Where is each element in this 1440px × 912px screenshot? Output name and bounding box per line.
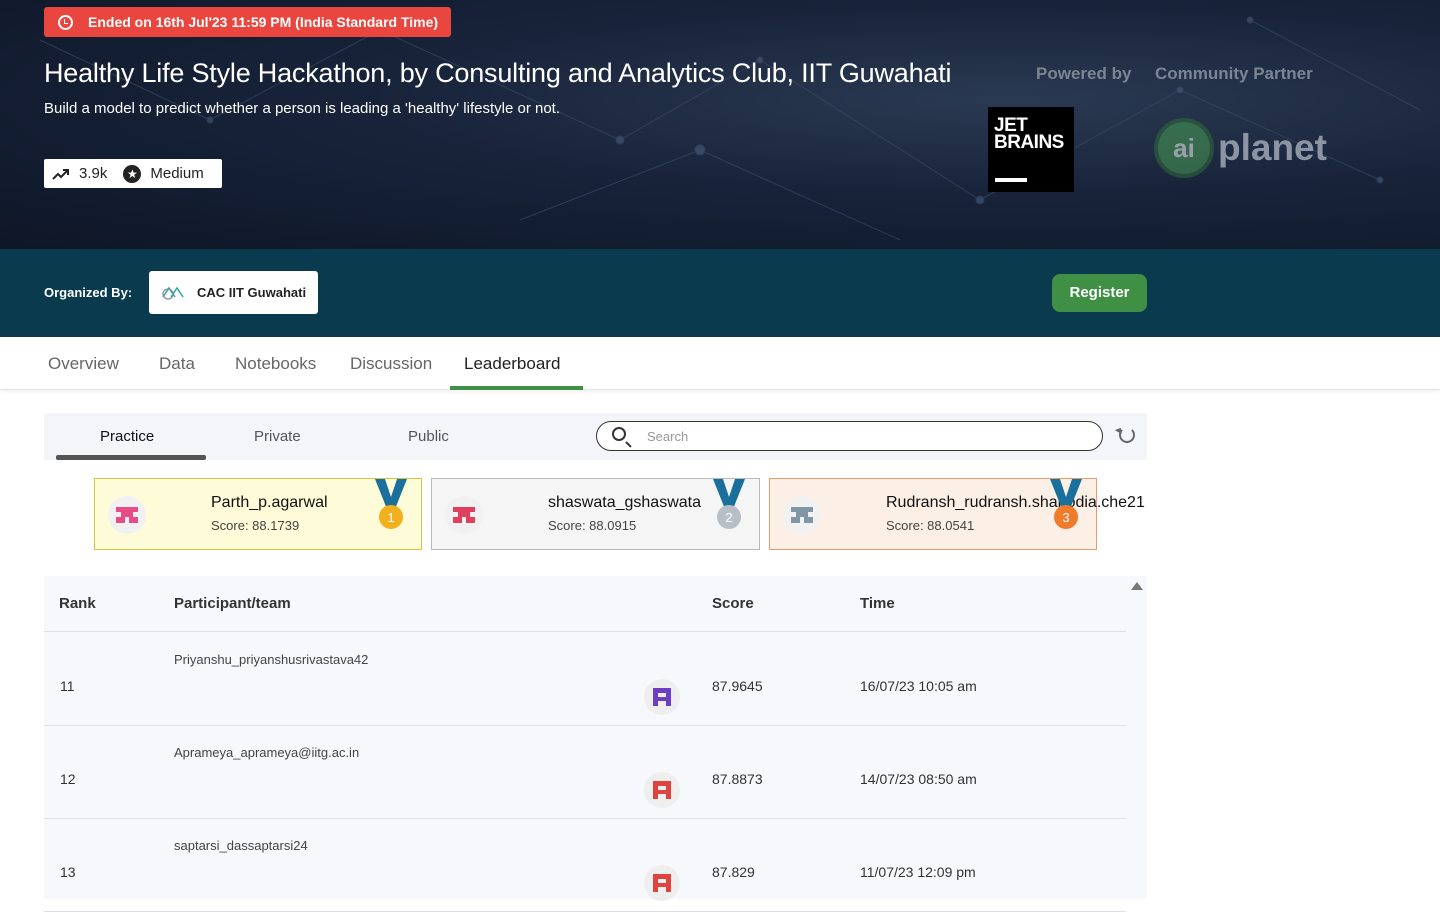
stats-chip: 3.9k ★ Medium bbox=[44, 159, 222, 188]
active-tab-indicator bbox=[450, 386, 583, 390]
row-time: 14/07/23 08:50 am bbox=[860, 771, 977, 787]
column-time[interactable]: Time bbox=[860, 595, 895, 612]
podium-card[interactable]: Rudransh_rudransh.shahodia.che21 Score: 8… bbox=[769, 478, 1145, 550]
avatar bbox=[644, 679, 680, 715]
difficulty-label: Medium bbox=[150, 165, 204, 182]
row-score: 87.8873 bbox=[712, 771, 763, 787]
aiplanet-logo-mark: ai bbox=[1154, 118, 1214, 178]
medal-rank: 3 bbox=[1062, 510, 1069, 525]
podium-name: shaswata_gshaswata bbox=[548, 494, 701, 511]
table-header: Rank Participant/team Score Time bbox=[44, 576, 1126, 632]
leaderboard-table: Rank Participant/team Score Time 11 Priya… bbox=[44, 576, 1147, 912]
table-row[interactable]: 12 Aprameya_aprameya@iitg.ac.in 87.8873 14/… bbox=[44, 726, 1126, 819]
subtab-practice[interactable]: Practice bbox=[100, 428, 154, 445]
jetbrains-logo[interactable]: JET BRAINS bbox=[988, 107, 1074, 192]
column-score[interactable]: Score bbox=[712, 595, 754, 612]
row-rank: 13 bbox=[60, 864, 76, 880]
cac-logo-icon bbox=[162, 286, 184, 300]
trending-up-icon bbox=[52, 168, 69, 180]
medal-icon: 3 bbox=[1050, 479, 1082, 529]
tab-notebooks[interactable]: Notebooks bbox=[235, 354, 316, 374]
page-subtitle: Build a model to predict whether a perso… bbox=[44, 100, 561, 117]
tab-overview[interactable]: Overview bbox=[48, 354, 119, 374]
jetbrains-logo-text: JET BRAINS bbox=[994, 115, 1064, 153]
medal-rank: 1 bbox=[387, 510, 394, 525]
column-rank[interactable]: Rank bbox=[59, 595, 96, 612]
search-icon[interactable] bbox=[612, 427, 626, 441]
organizer-name: CAC IIT Guwahati bbox=[197, 285, 307, 300]
aiplanet-logo[interactable]: ai planet bbox=[1154, 118, 1327, 178]
clock-icon bbox=[58, 14, 73, 30]
avatar bbox=[644, 865, 680, 901]
row-score: 87.9645 bbox=[712, 678, 763, 694]
row-time: 11/07/23 12:09 pm bbox=[860, 864, 976, 880]
leaderboard-subtabs: Practice Private Public bbox=[44, 413, 1147, 460]
register-button[interactable]: Register bbox=[1052, 274, 1147, 312]
row-participant: saptarsi_dassaptarsi24 bbox=[174, 838, 308, 853]
page-title: Healthy Life Style Hackathon, by Consult… bbox=[44, 58, 952, 88]
star-icon: ★ bbox=[123, 164, 142, 183]
tab-leaderboard[interactable]: Leaderboard bbox=[464, 354, 560, 374]
row-participant: Aprameya_aprameya@iitg.ac.in bbox=[174, 745, 360, 760]
column-participant[interactable]: Participant/team bbox=[174, 595, 291, 612]
podium-score: Score: 88.0915 bbox=[548, 518, 637, 533]
avatar bbox=[783, 496, 821, 534]
podium-score: Score: 88.0541 bbox=[886, 518, 975, 533]
organized-by-label: Organized By: bbox=[44, 285, 133, 300]
aiplanet-logo-text: planet bbox=[1218, 127, 1327, 168]
main-tabs: Overview Data Notebooks Discussion Leade… bbox=[0, 337, 1440, 390]
status-badge: Ended on 16th Jul'23 11:59 PM (India Sta… bbox=[44, 7, 451, 37]
avatar bbox=[644, 772, 680, 808]
medal-rank: 2 bbox=[725, 510, 732, 525]
row-time: 16/07/23 10:05 am bbox=[860, 678, 977, 694]
organizer-bar: Organized By: CAC IIT Guwahati Register bbox=[0, 249, 1440, 337]
row-rank: 12 bbox=[60, 771, 76, 787]
views-count: 3.9k bbox=[79, 165, 108, 182]
podium-name: Parth_p.agarwal bbox=[211, 494, 328, 511]
subtab-private[interactable]: Private bbox=[254, 428, 301, 445]
avatar bbox=[108, 496, 146, 534]
podium-card[interactable]: Parth_p.agarwal Score: 88.1739 1 bbox=[94, 478, 422, 550]
table-row[interactable]: 11 Priyanshu_priyanshusrivastava42 87.9645… bbox=[44, 633, 1126, 726]
podium-score: Score: 88.1739 bbox=[211, 518, 300, 533]
refresh-icon[interactable] bbox=[1119, 427, 1135, 443]
search-input[interactable] bbox=[647, 426, 1087, 446]
status-text: Ended on 16th Jul'23 11:59 PM (India Sta… bbox=[88, 14, 439, 30]
scroll-up-arrow-icon[interactable] bbox=[1131, 582, 1143, 590]
podium-name: Rudransh_rudransh.shahodia.che21 bbox=[886, 494, 1145, 511]
search-box bbox=[596, 421, 1103, 451]
row-score: 87.829 bbox=[712, 864, 755, 880]
avatar bbox=[445, 496, 483, 534]
active-subtab-indicator bbox=[56, 455, 206, 460]
community-partner-label: Community Partner bbox=[1155, 64, 1313, 83]
hero-banner: Ended on 16th Jul'23 11:59 PM (India Sta… bbox=[0, 0, 1440, 249]
table-row[interactable]: 13 saptarsi_dassaptarsi24 87.829 11/07/23 1… bbox=[44, 819, 1126, 912]
medal-icon: 2 bbox=[713, 479, 745, 529]
powered-by-label: Powered by bbox=[1036, 64, 1132, 83]
tab-discussion[interactable]: Discussion bbox=[350, 354, 432, 374]
organizer-card[interactable]: CAC IIT Guwahati bbox=[149, 271, 318, 314]
podium-card[interactable]: shaswata_gshaswata Score: 88.0915 2 bbox=[431, 478, 760, 550]
medal-icon: 1 bbox=[375, 479, 407, 529]
row-participant: Priyanshu_priyanshusrivastava42 bbox=[174, 652, 369, 667]
tab-data[interactable]: Data bbox=[159, 354, 195, 374]
row-rank: 11 bbox=[60, 678, 75, 694]
subtab-public[interactable]: Public bbox=[408, 428, 449, 445]
